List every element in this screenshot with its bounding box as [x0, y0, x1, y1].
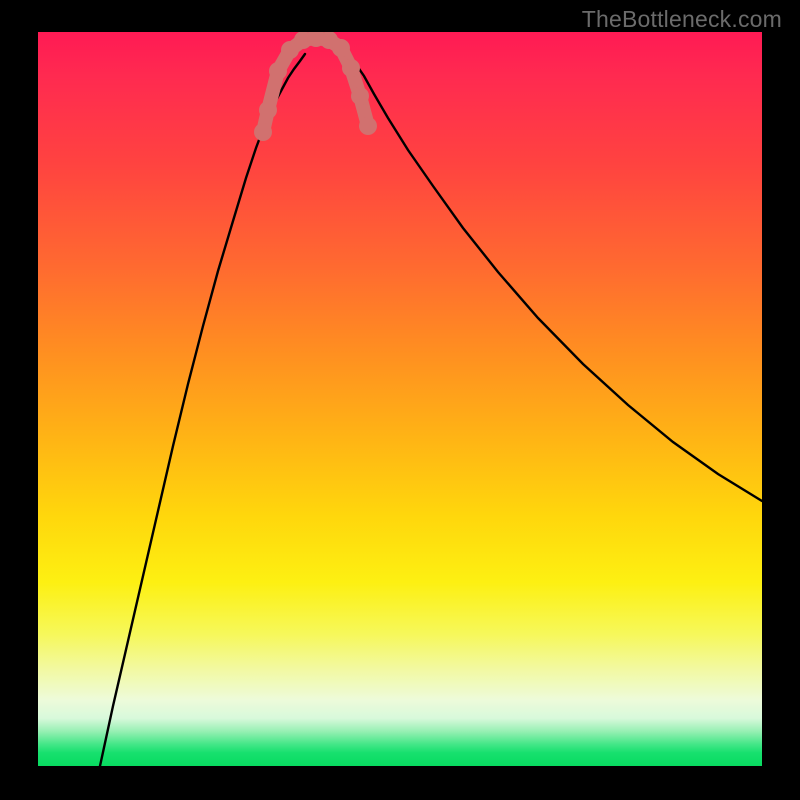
- curve-layer: [38, 32, 762, 766]
- plot-area: [38, 32, 762, 766]
- trough-markers: [254, 32, 377, 141]
- trough-marker-dot: [342, 59, 360, 77]
- trough-marker-dot: [259, 101, 277, 119]
- trough-marker-dot: [359, 117, 377, 135]
- watermark-text: TheBottleneck.com: [582, 6, 782, 33]
- trough-marker-dot: [269, 62, 287, 80]
- trough-marker-dot: [254, 123, 272, 141]
- left-curve: [100, 54, 305, 766]
- chart-frame: TheBottleneck.com: [0, 0, 800, 800]
- trough-marker-dot: [351, 87, 369, 105]
- trough-connector: [263, 38, 368, 132]
- right-curve: [348, 54, 762, 501]
- trough-marker-dot: [332, 39, 350, 57]
